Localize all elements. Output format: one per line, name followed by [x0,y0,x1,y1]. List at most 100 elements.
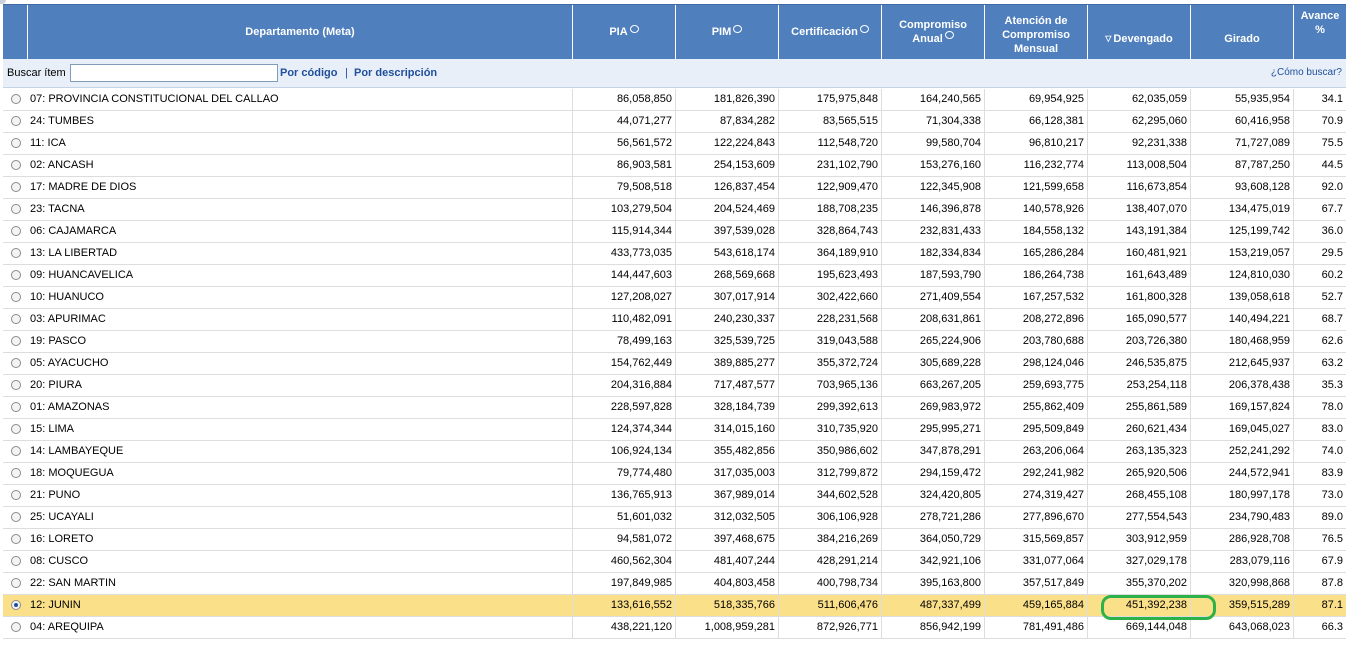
table-row[interactable]: 01: AMAZONAS 228,597,828 328,184,739 299,39… [3,397,1346,419]
table-row[interactable]: 22: SAN MARTIN 197,849,985 404,803,458 400,… [3,573,1346,595]
header-compromiso-anual[interactable]: Compromiso Anual [881,5,984,59]
table-row[interactable]: 18: MOQUEGUA 79,774,480 317,035,003 312,799… [3,463,1346,485]
row-radio-button[interactable] [11,226,21,236]
info-bubble-icon[interactable] [629,25,639,33]
table-row[interactable]: 23: TACNA 103,279,504 204,524,469 188,708,2… [3,199,1346,221]
table-row[interactable]: 21: PUNO 136,765,913 367,989,014 344,602,52… [3,485,1346,507]
row-radio-button[interactable] [11,490,21,500]
row-radio-button[interactable] [11,424,21,434]
row-radio-button[interactable] [11,534,21,544]
table-row[interactable]: 03: APURIMAC 110,482,091 240,230,337 228,23… [3,309,1346,331]
header-pim[interactable]: PIM [675,5,778,59]
cell-avance: 66.3 [1293,617,1346,638]
row-radio-button[interactable] [11,468,21,478]
table-row[interactable]: 15: LIMA 124,374,344 314,015,160 310,735,92… [3,419,1346,441]
cell-pim: 367,989,014 [675,485,778,506]
header-atencion-compromiso[interactable]: Atención de Compromiso Mensual [984,5,1087,59]
table-row[interactable]: 25: UCAYALI 51,601,032 312,032,505 306,106,… [3,507,1346,529]
header-certificacion[interactable]: Certificación [778,5,881,59]
header-girado[interactable]: Girado [1190,5,1293,59]
row-radio-button[interactable] [11,204,21,214]
cell-girado: 169,045,027 [1190,419,1293,440]
cell-pim: 126,837,454 [675,177,778,198]
table-row[interactable]: 05: AYACUCHO 154,762,449 389,885,277 355,37… [3,353,1346,375]
header-avance[interactable]: Avance % [1293,5,1346,59]
cell-pim: 87,834,282 [675,111,778,132]
info-bubble-icon[interactable] [944,31,954,39]
row-radio-button[interactable] [11,402,21,412]
table-row[interactable]: 24: TUMBES 44,071,277 87,834,282 83,565,515… [3,111,1346,133]
cell-certificacion: 872,926,771 [778,617,881,638]
table-row[interactable]: 13: LA LIBERTAD 433,773,035 543,618,174 364… [3,243,1346,265]
row-radio-button[interactable] [11,116,21,126]
table-row[interactable]: 07: PROVINCIA CONSTITUCIONAL DEL CALLAO 8… [3,89,1346,111]
table-row[interactable]: 10: HUANUCO 127,208,027 307,017,914 302,422… [3,287,1346,309]
table-row[interactable]: 02: ANCASH 86,903,581 254,153,609 231,102,7… [3,155,1346,177]
table-row[interactable]: 12: JUNIN 133,616,552 518,335,766 511,606,4… [3,595,1346,617]
cell-atencion-compromiso: 255,862,409 [984,397,1087,418]
search-help-link[interactable]: ¿Cómo buscar? [1271,67,1342,78]
row-radio-button[interactable] [11,94,21,104]
header-departamento[interactable]: Departamento (Meta) [27,5,572,59]
cell-compromiso-anual: 347,878,291 [881,441,984,462]
search-by-code-link[interactable]: Por código [280,67,337,79]
row-radio-button[interactable] [11,248,21,258]
row-radio-button[interactable] [11,292,21,302]
info-bubble-icon[interactable] [733,25,743,33]
table-row[interactable]: 11: ICA 56,561,572 122,224,843 112,548,720 9… [3,133,1346,155]
cell-pia: 197,849,985 [572,573,675,594]
cell-atencion-compromiso: 184,558,132 [984,221,1087,242]
cell-departamento: 15: LIMA [30,423,75,435]
row-radio-button[interactable] [11,600,21,610]
row-radio-button[interactable] [11,182,21,192]
cell-compromiso-anual: 269,983,972 [881,397,984,418]
cell-devengado: 303,912,959 [1087,529,1190,550]
cell-atencion-compromiso: 186,264,738 [984,265,1087,286]
cell-atencion-compromiso: 167,257,532 [984,287,1087,308]
row-radio-button[interactable] [11,314,21,324]
cell-pim: 717,487,577 [675,375,778,396]
cell-pia: 204,316,884 [572,375,675,396]
cell-compromiso-anual: 294,159,472 [881,463,984,484]
cell-avance: 92.0 [1293,177,1346,198]
row-radio-button[interactable] [11,270,21,280]
cell-devengado: 253,254,118 [1087,375,1190,396]
table-row[interactable]: 17: MADRE DE DIOS 79,508,518 126,837,454 12… [3,177,1346,199]
row-radio-button[interactable] [11,358,21,368]
table-row[interactable]: 19: PASCO 78,499,163 325,539,725 319,043,58… [3,331,1346,353]
header-devengado[interactable]: ▽ Devengado [1087,5,1190,59]
cell-girado: 286,928,708 [1190,529,1293,550]
row-radio-button[interactable] [11,138,21,148]
table-row[interactable]: 16: LORETO 94,581,072 397,468,675 384,216,2… [3,529,1346,551]
row-radio-button[interactable] [11,578,21,588]
table-row[interactable]: 08: CUSCO 460,562,304 481,407,244 428,291,2… [3,551,1346,573]
cell-avance: 60.2 [1293,265,1346,286]
table-row[interactable]: 20: PIURA 204,316,884 717,487,577 703,965,1… [3,375,1346,397]
sort-descending-icon[interactable]: ▽ [1105,32,1111,46]
cell-devengado: 327,029,178 [1087,551,1190,572]
search-by-description-link[interactable]: Por descripción [354,67,437,79]
header-atencion-line2: Compromiso [1002,29,1070,41]
row-radio-button[interactable] [11,336,21,346]
table-row[interactable]: 09: HUANCAVELICA 144,447,603 268,569,668 19… [3,265,1346,287]
search-input[interactable] [70,64,278,82]
cell-pia: 86,903,581 [572,155,675,176]
info-bubble-icon[interactable] [859,25,869,33]
cell-pim: 240,230,337 [675,309,778,330]
search-label: Buscar ítem [7,67,66,79]
row-radio-button[interactable] [11,556,21,566]
row-radio-button[interactable] [11,446,21,456]
cell-avance: 63.2 [1293,353,1346,374]
cell-compromiso-anual: 295,995,271 [881,419,984,440]
cell-pim: 325,539,725 [675,331,778,352]
row-radio-button[interactable] [11,512,21,522]
table-row[interactable]: 04: AREQUIPA 438,221,120 1,008,959,281 872,… [3,617,1346,639]
row-radio-button[interactable] [11,160,21,170]
table-row[interactable]: 06: CAJAMARCA 115,914,344 397,539,028 328,8… [3,221,1346,243]
header-pia[interactable]: PIA [572,5,675,59]
cell-girado: 153,219,057 [1190,243,1293,264]
table-row[interactable]: 14: LAMBAYEQUE 106,924,134 355,482,856 350,… [3,441,1346,463]
row-radio-button[interactable] [11,380,21,390]
cell-avance: 36.0 [1293,221,1346,242]
row-radio-button[interactable] [11,622,21,632]
